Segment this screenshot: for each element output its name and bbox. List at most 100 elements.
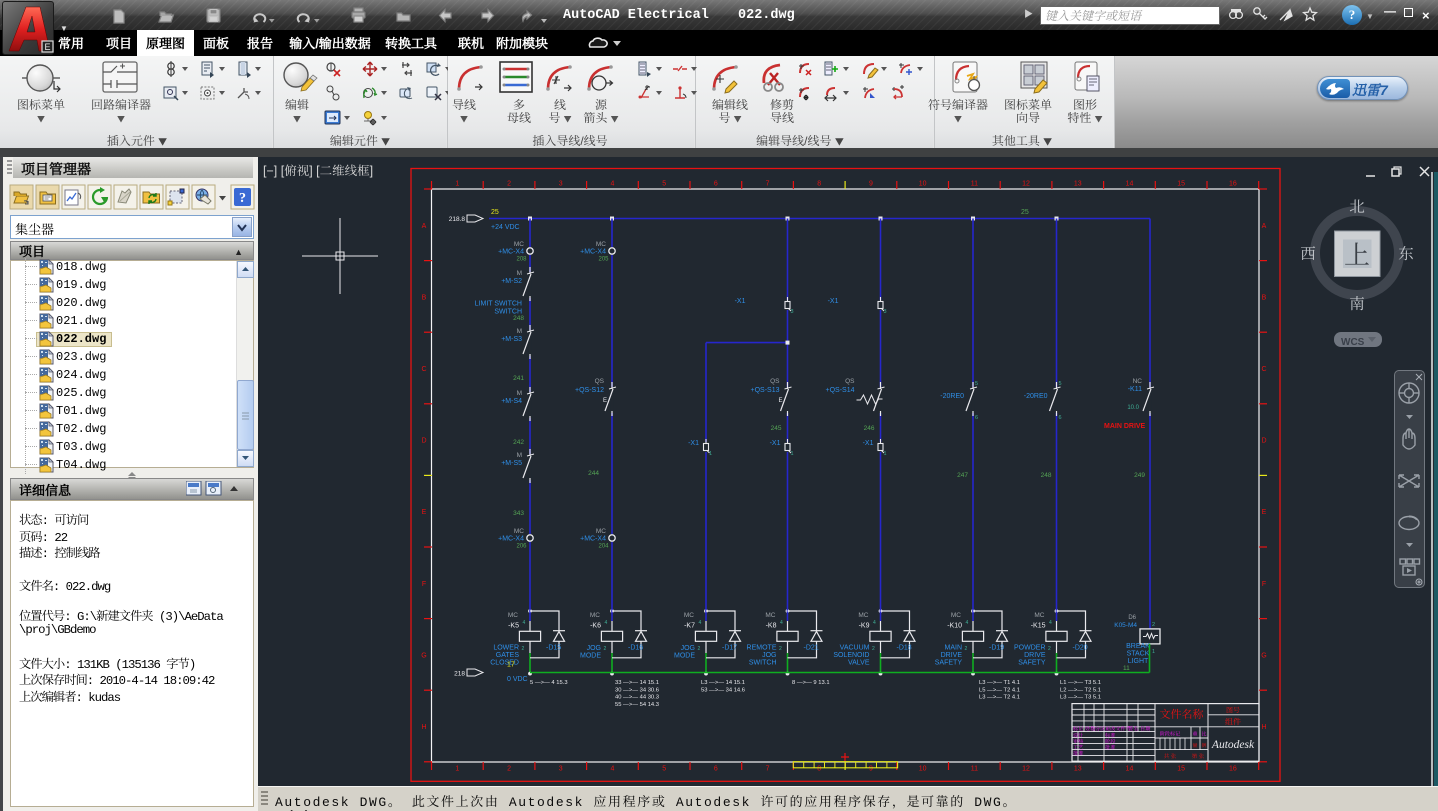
svg-text:244: 244 [588, 470, 599, 477]
svg-text:SOLENOID: SOLENOID [833, 652, 869, 659]
svg-text:文件名称: 文件名称 [1160, 706, 1205, 722]
svg-text:L2 —>— T2 5.1: L2 —>— T2 5.1 [1060, 687, 1101, 693]
svg-text:+QS-S13: +QS-S13 [751, 387, 780, 394]
svg-text:5: 5 [1059, 381, 1062, 387]
svg-text:-K8: -K8 [766, 623, 777, 630]
svg-text:-20RE0: -20RE0 [940, 393, 964, 400]
svg-text:重: 重 [1192, 731, 1197, 738]
svg-text:L1 —>— T3 5.1: L1 —>— T3 5.1 [1060, 680, 1101, 686]
svg-text:206: 206 [516, 544, 527, 550]
svg-text:4: 4 [966, 620, 969, 626]
svg-text:16: 16 [1229, 766, 1237, 773]
svg-text:-D17: -D17 [722, 644, 737, 651]
svg-text:E: E [422, 509, 427, 516]
svg-text:4: 4 [1049, 620, 1052, 626]
svg-text:M: M [517, 390, 522, 397]
svg-text:-K9: -K9 [859, 623, 870, 630]
svg-text:第 张: 第 张 [1192, 752, 1205, 760]
svg-text:+M-S4: +M-S4 [501, 398, 522, 405]
svg-text:5: 5 [975, 381, 978, 387]
svg-text:2: 2 [507, 766, 511, 773]
svg-text:53 —>— 34 14.6: 53 —>— 34 14.6 [701, 687, 745, 693]
svg-text:M: M [517, 270, 522, 277]
svg-text:NC: NC [1133, 378, 1143, 385]
svg-text:QS: QS [595, 378, 605, 385]
svg-text:MAIN DRIVE: MAIN DRIVE [1104, 423, 1146, 430]
svg-text:C: C [1261, 366, 1266, 373]
svg-text:签名: 签名 [1128, 726, 1138, 733]
svg-text:218: 218 [454, 671, 465, 678]
svg-text:B: B [422, 294, 427, 301]
svg-text:REMOTE: REMOTE [747, 644, 777, 651]
svg-text:例: 例 [1201, 742, 1206, 749]
svg-text:分区: 分区 [1095, 726, 1105, 733]
svg-text:MC: MC [684, 612, 694, 619]
svg-text:1: 1 [1152, 649, 1155, 655]
svg-text:E: E [1262, 509, 1267, 516]
svg-text:C: C [421, 366, 426, 373]
svg-text:10: 10 [919, 181, 927, 188]
svg-text:14: 14 [1126, 181, 1134, 188]
svg-text:9: 9 [869, 766, 873, 773]
svg-text:LOWER: LOWER [493, 644, 519, 651]
svg-text:-X1: -X1 [735, 298, 746, 305]
svg-text:B: B [1262, 294, 1267, 301]
svg-text:+QS-S14: +QS-S14 [826, 387, 855, 394]
svg-text:2: 2 [698, 646, 701, 652]
svg-text:L3 —>— T1 4.1: L3 —>— T1 4.1 [979, 680, 1020, 686]
svg-text:+24 VDC: +24 VDC [491, 224, 520, 231]
svg-text:247: 247 [957, 472, 968, 479]
svg-text:-X1: -X1 [770, 440, 781, 447]
svg-text:G: G [1261, 652, 1266, 659]
svg-text:H: H [1261, 724, 1266, 731]
svg-text:248: 248 [1041, 472, 1052, 479]
svg-text:-20RE0: -20RE0 [1024, 393, 1048, 400]
svg-text:DRIVE: DRIVE [1024, 652, 1046, 659]
svg-text:L5 —>— T2 4.1: L5 —>— T2 4.1 [979, 687, 1020, 693]
svg-text:10.0: 10.0 [1127, 405, 1139, 411]
svg-text:-X1: -X1 [863, 440, 874, 447]
svg-text:西: 西 [1300, 242, 1316, 264]
svg-text:M: M [517, 452, 522, 459]
svg-text:MC: MC [590, 612, 600, 619]
svg-text:东: 东 [1398, 242, 1414, 264]
svg-text:JOG: JOG [681, 645, 695, 652]
svg-text:241: 241 [513, 375, 524, 382]
svg-text:图号: 图号 [1226, 705, 1240, 715]
svg-text:-D16: -D16 [628, 644, 643, 651]
svg-text:10: 10 [919, 766, 927, 773]
svg-text:208: 208 [516, 257, 527, 263]
svg-text:205: 205 [598, 257, 609, 263]
svg-text:15: 15 [1177, 766, 1185, 773]
svg-text:4: 4 [780, 620, 783, 626]
svg-text:-D19: -D19 [989, 644, 1004, 651]
svg-text:+M-S2: +M-S2 [501, 278, 522, 285]
svg-text:3: 3 [559, 181, 563, 188]
svg-text:?: ? [239, 191, 246, 206]
svg-text:D: D [1261, 438, 1266, 445]
svg-text:-D18: -D18 [897, 644, 912, 651]
svg-text:+M-S3: +M-S3 [501, 336, 522, 343]
svg-text:245: 245 [771, 425, 782, 432]
svg-text:+MC-X4: +MC-X4 [580, 249, 606, 256]
svg-text:A: A [1262, 223, 1267, 230]
svg-text:LIMIT SWITCH: LIMIT SWITCH [475, 301, 522, 308]
svg-text:12: 12 [1022, 181, 1030, 188]
svg-text:249: 249 [1134, 472, 1145, 479]
svg-text:4: 4 [873, 620, 876, 626]
svg-text:VACUUM: VACUUM [840, 644, 870, 651]
svg-text:VALVE: VALVE [848, 659, 870, 666]
svg-text:日期: 日期 [1140, 726, 1150, 733]
svg-text:L3 —>— T2 4.1: L3 —>— T2 4.1 [979, 695, 1020, 701]
svg-text:GATES: GATES [496, 652, 520, 659]
svg-text:L3 —>— 14 15.1: L3 —>— 14 15.1 [701, 680, 745, 686]
svg-text:LIGHT: LIGHT [1128, 658, 1149, 665]
svg-text:25: 25 [491, 209, 499, 216]
svg-text:MC: MC [514, 241, 524, 248]
svg-text:6: 6 [714, 766, 718, 773]
svg-text:组件: 组件 [1225, 717, 1241, 728]
svg-text:5: 5 [662, 766, 666, 773]
svg-text:DRIVE: DRIVE [941, 652, 963, 659]
svg-text:MC: MC [596, 528, 606, 535]
svg-text:16: 16 [1229, 181, 1237, 188]
